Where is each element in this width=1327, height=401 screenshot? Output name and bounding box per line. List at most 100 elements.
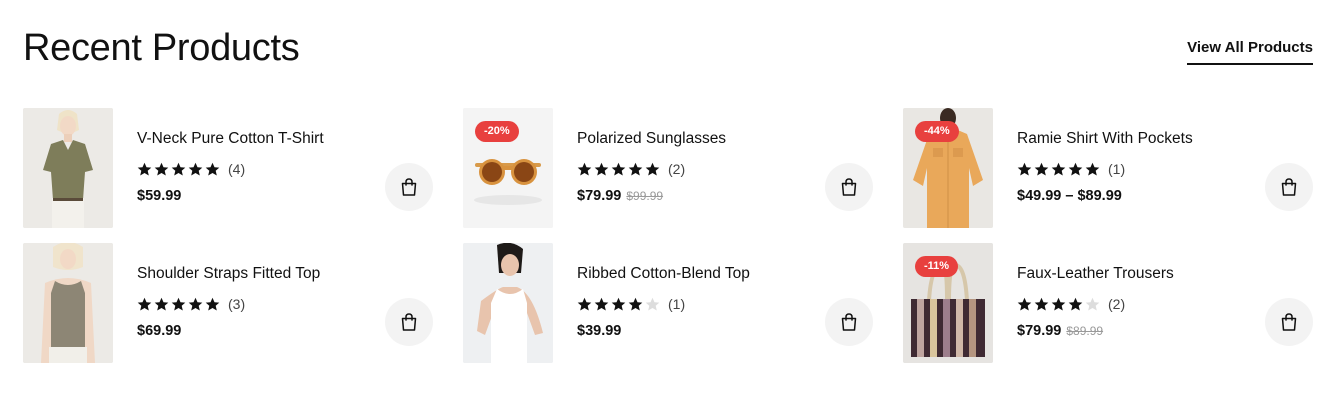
product-info: Ramie Shirt With Pockets (1) $49.99 – $8… [1017, 129, 1247, 206]
review-count: (2) [1108, 296, 1126, 312]
product-rating: (4) [137, 161, 367, 177]
product-image[interactable]: -44% [903, 108, 993, 228]
star-filled-icon [137, 162, 152, 175]
add-to-cart-button[interactable] [385, 163, 433, 211]
star-filled-icon [205, 297, 220, 310]
product-info: Faux-Leather Trousers (2) $79.99 $89.99 [1017, 264, 1247, 341]
price-row: $79.99 $99.99 [577, 188, 807, 206]
star-filled-icon [611, 162, 626, 175]
star-filled-icon [577, 162, 592, 175]
tshirt-woman-photo [23, 108, 113, 228]
product-price: $59.99 [137, 188, 182, 204]
price-row: $39.99 [577, 323, 807, 341]
product-name[interactable]: Ribbed Cotton-Blend Top [577, 264, 807, 283]
star-filled-icon [1017, 297, 1032, 310]
product-name[interactable]: Polarized Sunglasses [577, 129, 807, 148]
star-filled-icon [577, 297, 592, 310]
star-filled-icon [154, 162, 169, 175]
star-filled-icon [645, 162, 660, 175]
product-price: $69.99 [137, 323, 182, 339]
shopping-bag-icon [1281, 313, 1297, 331]
star-filled-icon [1051, 162, 1066, 175]
product-info: Polarized Sunglasses (2) $79.99 $99.99 [577, 129, 807, 206]
product-card: Ribbed Cotton-Blend Top (1) $39.99 [463, 243, 873, 363]
ribbed-top-photo [463, 243, 553, 363]
star-empty-icon [645, 297, 660, 310]
discount-badge: -11% [915, 256, 959, 277]
product-image[interactable]: -11% [903, 243, 993, 363]
star-filled-icon [1034, 297, 1049, 310]
star-filled-icon [188, 297, 203, 310]
star-filled-icon [1068, 297, 1083, 310]
review-count: (3) [228, 296, 246, 312]
star-filled-icon [1034, 162, 1049, 175]
review-count: (4) [228, 161, 246, 177]
product-name[interactable]: Ramie Shirt With Pockets [1017, 129, 1247, 148]
star-filled-icon [1051, 297, 1066, 310]
star-filled-icon [171, 297, 186, 310]
original-price: $99.99 [626, 189, 664, 203]
shopping-bag-icon [401, 313, 417, 331]
product-rating: (3) [137, 296, 367, 312]
shopping-bag-icon [841, 313, 857, 331]
star-filled-icon [171, 162, 186, 175]
product-name[interactable]: V-Neck Pure Cotton T-Shirt [137, 129, 367, 148]
price-row: $79.99 $89.99 [1017, 323, 1247, 341]
discount-badge: -44% [915, 121, 959, 142]
star-filled-icon [594, 297, 609, 310]
product-rating: (2) [1017, 296, 1247, 312]
star-filled-icon [1017, 162, 1032, 175]
product-name[interactable]: Shoulder Straps Fitted Top [137, 264, 367, 283]
product-card: Shoulder Straps Fitted Top (3) $69.99 [23, 243, 433, 363]
star-rating [1017, 297, 1100, 312]
star-filled-icon [594, 162, 609, 175]
shopping-bag-icon [1281, 178, 1297, 196]
product-card: -11% Faux-Leather Trousers (2) $79.99 $8… [903, 243, 1313, 363]
price-row: $49.99 – $89.99 [1017, 188, 1247, 206]
product-image[interactable] [463, 243, 553, 363]
product-info: V-Neck Pure Cotton T-Shirt (4) $59.99 [137, 129, 367, 206]
product-rating: (1) [577, 296, 807, 312]
add-to-cart-button[interactable] [825, 163, 873, 211]
product-price: $39.99 [577, 323, 622, 339]
product-name[interactable]: Faux-Leather Trousers [1017, 264, 1247, 283]
star-rating [1017, 162, 1100, 177]
star-filled-icon [611, 297, 626, 310]
product-card: V-Neck Pure Cotton T-Shirt (4) $59.99 [23, 108, 433, 228]
product-card: -20% Polarized Sunglasses (2) $79.99 $99… [463, 108, 873, 228]
star-empty-icon [1085, 297, 1100, 310]
price-row: $59.99 [137, 188, 367, 206]
product-rating: (1) [1017, 161, 1247, 177]
add-to-cart-button[interactable] [1265, 163, 1313, 211]
product-price: $79.99 [577, 188, 622, 204]
star-filled-icon [154, 297, 169, 310]
star-filled-icon [1068, 162, 1083, 175]
review-count: (1) [1108, 161, 1126, 177]
shopping-bag-icon [841, 178, 857, 196]
add-to-cart-button[interactable] [385, 298, 433, 346]
shopping-bag-icon [401, 178, 417, 196]
review-count: (2) [668, 161, 686, 177]
product-card: -44% Ramie Shirt With Pockets (1) $49.99… [903, 108, 1313, 228]
product-image[interactable] [23, 243, 113, 363]
product-price: $79.99 [1017, 323, 1062, 339]
add-to-cart-button[interactable] [825, 298, 873, 346]
discount-badge: -20% [475, 121, 519, 142]
original-price: $89.99 [1066, 324, 1104, 338]
star-filled-icon [628, 162, 643, 175]
product-image[interactable] [23, 108, 113, 228]
star-filled-icon [137, 297, 152, 310]
star-rating [137, 162, 220, 177]
star-filled-icon [205, 162, 220, 175]
star-filled-icon [1085, 162, 1100, 175]
section-title: Recent Products [23, 27, 300, 69]
price-row: $69.99 [137, 323, 367, 341]
product-image[interactable]: -20% [463, 108, 553, 228]
product-price: $49.99 – $89.99 [1017, 188, 1122, 204]
star-filled-icon [188, 162, 203, 175]
view-all-products-link[interactable]: View All Products [1187, 39, 1313, 65]
review-count: (1) [668, 296, 686, 312]
section-header: Recent Products View All Products [23, 26, 1313, 70]
add-to-cart-button[interactable] [1265, 298, 1313, 346]
product-info: Ribbed Cotton-Blend Top (1) $39.99 [577, 264, 807, 341]
